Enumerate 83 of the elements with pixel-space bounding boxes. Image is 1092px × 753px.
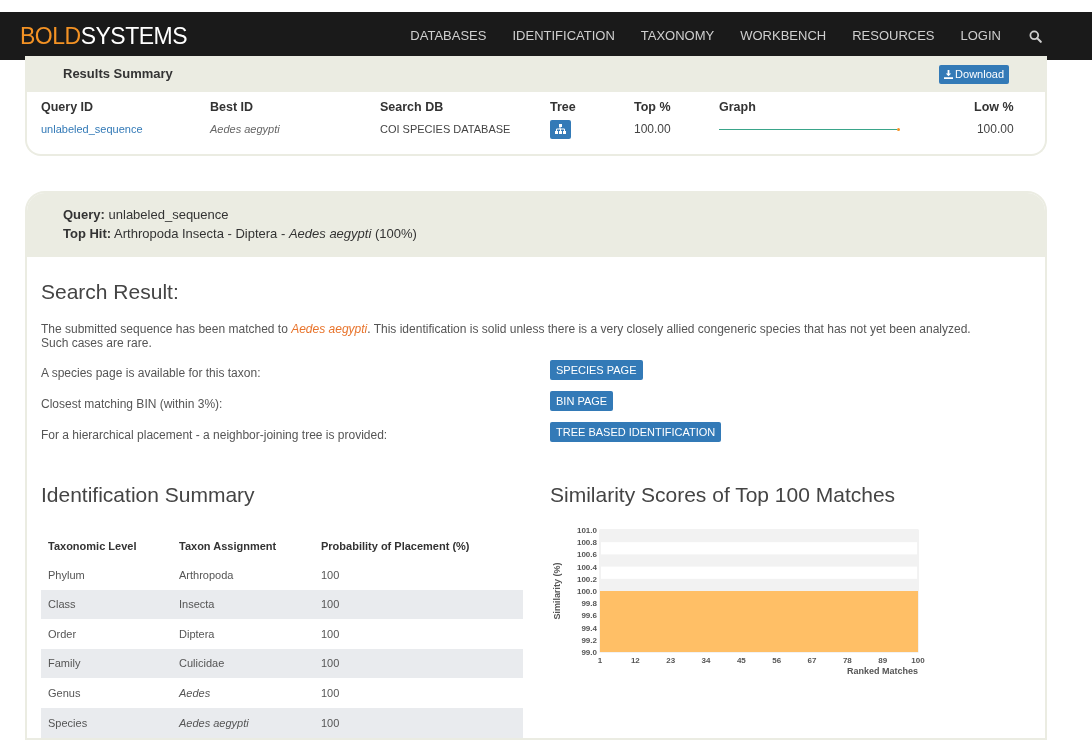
table-cell-text: 100 (321, 567, 341, 583)
table-cell-text: 100 (321, 685, 341, 701)
table-cell-text: Genus (48, 685, 82, 701)
column-header: Low % (974, 98, 1014, 116)
link-description: A species page is available for this taxon: (41, 365, 262, 382)
hierarchy-icon (555, 124, 566, 134)
column-header: Graph (719, 98, 757, 116)
section-title: Identification Summary (41, 481, 256, 508)
top-hit-value: Arthropoda Insecta - Diptera - Aedes aegypti (100%) (114, 226, 417, 241)
x-tick-label: 100 (911, 656, 925, 665)
column-header: Query ID (41, 98, 95, 116)
link-description: Closest matching BIN (within 3%): (41, 396, 224, 413)
query-label: Query: (63, 207, 105, 222)
table-cell-text: Culicidae (179, 656, 226, 672)
column-header: Top % (634, 98, 672, 116)
x-tick-label: 34 (701, 656, 711, 665)
table-cell-text: Class (48, 597, 77, 613)
table-cell-text: Family (48, 656, 82, 672)
search-icon[interactable] (1029, 29, 1042, 43)
page-button[interactable]: BIN PAGE (550, 391, 614, 411)
column-header: Probability of Placement (%) (321, 538, 471, 554)
table-cell-text: Arthropoda (179, 567, 235, 583)
column-header: Tree (550, 98, 577, 116)
card-title: Results Summary (63, 65, 173, 84)
page-button[interactable]: SPECIES PAGE (550, 360, 643, 380)
query-value: unlabeled_sequence (108, 207, 229, 222)
x-tick-label: 89 (878, 656, 888, 665)
nav-link[interactable]: RESOURCES (852, 26, 935, 46)
table-cell-text: Aedes (179, 685, 212, 701)
x-tick-label: 23 (666, 656, 676, 665)
table-cell-text: Phylum (48, 567, 86, 583)
table-cell-text: Insecta (179, 597, 216, 613)
y-tick-label: 99.4 (581, 623, 597, 633)
page-button[interactable]: TREE BASED IDENTIFICATION (550, 422, 722, 442)
column-header: Taxonomic Level (48, 538, 138, 554)
y-axis-title: Similarity (%) (552, 562, 562, 620)
nav-link[interactable]: IDENTIFICATION (512, 26, 615, 46)
y-tick-label: 99.2 (581, 635, 597, 645)
x-axis-title: Ranked Matches (846, 666, 918, 676)
y-tick-label: 99.8 (581, 599, 597, 609)
section-title: Search Result: (41, 279, 180, 305)
link-description: For a hierarchical placement - a neighbor-joining tree is provided: (41, 427, 389, 444)
download-button[interactable]: Download (939, 64, 1009, 84)
table-cell-text: Diptera (179, 626, 216, 642)
best-id: Aedes aegypti (210, 121, 280, 137)
y-tick-label: 100.0 (576, 587, 597, 596)
y-tick-label: 100.2 (576, 574, 597, 584)
column-header: Taxon Assignment (179, 538, 278, 554)
brand-logo[interactable]: BOLDSYSTEMS (20, 24, 188, 48)
table-cell-text: Species (48, 715, 89, 731)
y-tick-label: 100.4 (576, 562, 597, 572)
top-hit-label: Top Hit: (63, 226, 112, 241)
column-header: Search DB (380, 98, 445, 116)
download-icon (944, 69, 954, 79)
low-percent: 100.00 (976, 121, 1014, 138)
y-tick-label: 101.0 (576, 526, 597, 535)
table-cell-text: 100 (321, 626, 341, 642)
table-cell-text: 100 (321, 715, 341, 731)
y-tick-label: 99.0 (581, 648, 597, 657)
table-cell-text: 100 (321, 597, 341, 613)
table-cell-text: Aedes aegypti (179, 715, 250, 731)
tree-button[interactable] (550, 119, 571, 139)
table-cell-text: Order (48, 626, 78, 642)
nav-link[interactable]: TAXONOMY (640, 26, 715, 46)
x-tick-label: 45 (736, 656, 746, 665)
x-tick-label: 1 (597, 656, 603, 665)
nav-link[interactable]: LOGIN (960, 26, 1001, 46)
table-cell-text: 100 (321, 656, 341, 672)
query-id-link[interactable]: unlabeled_sequence (41, 120, 143, 138)
x-tick-label: 78 (842, 656, 852, 665)
y-tick-label: 99.6 (581, 611, 597, 621)
top-percent: 100.00 (634, 121, 671, 138)
y-tick-label: 100.8 (576, 538, 597, 548)
column-header: Best ID (210, 98, 255, 116)
search-db: COI SPECIES DATABASE (380, 121, 511, 137)
y-tick-label: 100.6 (576, 550, 597, 560)
x-tick-label: 67 (807, 656, 817, 665)
x-tick-label: 12 (630, 656, 640, 665)
x-tick-label: 56 (772, 656, 782, 665)
section-title: Similarity Scores of Top 100 Matches (550, 481, 897, 508)
result-description: The submitted sequence has been matched to Aedes aegypti. This identification is solid unless there is a very closely allied congeneric species that has not yet been analyzed. Such cases are rare. (41, 321, 972, 350)
nav-link[interactable]: WORKBENCH (740, 26, 827, 46)
nav-link[interactable]: DATABASES (410, 26, 487, 46)
